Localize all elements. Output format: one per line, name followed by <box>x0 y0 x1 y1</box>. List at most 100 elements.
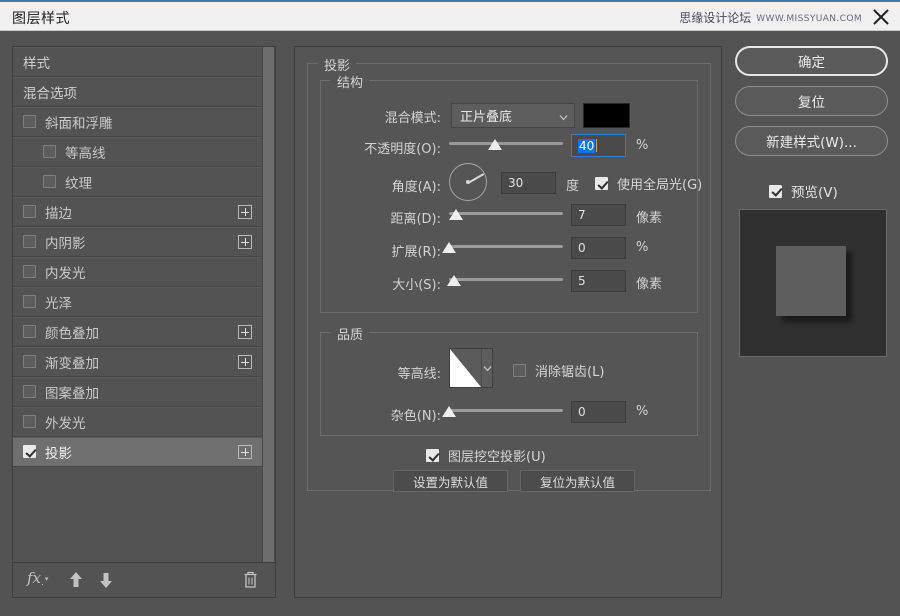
sidebar-scrollbar[interactable] <box>262 47 275 562</box>
sidebar-item-checkbox-7[interactable] <box>23 265 36 278</box>
size-input[interactable]: 5 <box>571 270 626 292</box>
sidebar-item-5[interactable]: 描边 <box>13 197 262 227</box>
sidebar-item-4[interactable]: 纹理 <box>13 167 262 197</box>
spread-slider[interactable] <box>442 240 563 258</box>
antialias-label: 消除锯齿(L) <box>535 365 605 380</box>
close-icon[interactable] <box>870 6 892 28</box>
window-title: 图层样式 <box>12 11 70 27</box>
sidebar-item-label: 纹理 <box>65 175 92 192</box>
opacity-slider-thumb[interactable] <box>488 139 502 150</box>
antialias-checkbox[interactable]: 消除锯齿(L) <box>513 361 604 380</box>
angle-dial-hand <box>467 173 484 184</box>
sidebar-item-1[interactable]: 混合选项 <box>13 77 262 107</box>
sidebar-item-checkbox-3[interactable] <box>43 145 56 158</box>
distance-slider-thumb[interactable] <box>449 209 463 220</box>
sidebar-item-checkbox-12[interactable] <box>23 415 36 428</box>
sidebar-scroll-thumb[interactable] <box>263 47 274 562</box>
shadow-color-swatch[interactable] <box>583 103 630 128</box>
sidebar-toolbar: fx.▾ <box>13 563 275 597</box>
new-style-button[interactable]: 新建样式(W)... <box>735 126 888 156</box>
fx-icon[interactable]: fx.▾ <box>27 569 48 588</box>
size-slider-thumb[interactable] <box>447 275 461 286</box>
size-slider[interactable] <box>447 273 563 291</box>
distance-slider-track <box>449 212 563 215</box>
sidebar-item-checkbox-9[interactable] <box>23 325 36 338</box>
angle-input[interactable]: 30 <box>501 172 556 194</box>
sidebar-item-checkbox-5[interactable] <box>23 205 36 218</box>
set-default-label: 设置为默认值 <box>412 474 488 490</box>
styles-list[interactable]: 样式混合选项斜面和浮雕 等高线纹理描边 内阴影 内发光 光泽颜色叠加渐变叠加图案叠加 外发… <box>13 47 275 563</box>
add-effect-icon[interactable] <box>238 205 252 219</box>
sidebar-item-checkbox-4[interactable] <box>43 175 56 188</box>
global-light-check-box <box>595 177 608 190</box>
reset-default-button[interactable]: 复位为默认值 <box>520 470 635 492</box>
spread-slider-thumb[interactable] <box>442 242 456 253</box>
sidebar-item-checkbox-11[interactable] <box>23 385 36 398</box>
noise-unit: % <box>636 404 649 419</box>
blend-mode-value: 正片叠底 <box>460 110 513 125</box>
sidebar-item-label: 混合选项 <box>23 85 77 102</box>
preview-checkbox[interactable]: 预览(V) <box>769 181 838 201</box>
sidebar-item-8[interactable]: 光泽 <box>13 287 262 317</box>
noise-slider[interactable] <box>442 404 563 422</box>
sidebar-item-checkbox-2[interactable] <box>23 115 36 128</box>
watermark-url: WWW.MISSYUAN.COM <box>756 14 862 24</box>
reset-button[interactable]: 复位 <box>735 86 888 116</box>
add-effect-icon[interactable] <box>238 355 252 369</box>
sidebar-item-6[interactable]: 内阴影 <box>13 227 262 257</box>
watermark: 思缘设计论坛 WWW.MISSYUAN.COM <box>679 9 862 26</box>
trash-icon[interactable] <box>242 570 259 593</box>
move-down-icon[interactable] <box>98 571 114 593</box>
distance-input[interactable]: 7 <box>571 204 626 226</box>
sidebar-item-3[interactable]: 等高线 <box>13 137 262 167</box>
sidebar-item-checkbox-6[interactable] <box>23 235 36 248</box>
knockout-check-box <box>426 449 439 462</box>
knockout-checkbox[interactable]: 图层挖空投影(U) <box>426 446 546 465</box>
angle-dial[interactable] <box>449 163 487 201</box>
size-label: 大小(S): <box>392 278 441 293</box>
spread-input[interactable]: 0 <box>571 237 626 259</box>
ok-button[interactable]: 确定 <box>735 46 888 76</box>
spread-unit: % <box>636 240 649 255</box>
sidebar-item-13[interactable]: 投影 <box>13 437 262 467</box>
sidebar-item-checkbox-10[interactable] <box>23 355 36 368</box>
set-default-button[interactable]: 设置为默认值 <box>393 470 508 492</box>
styles-list-inner: 样式混合选项斜面和浮雕 等高线纹理描边 内阴影 内发光 光泽颜色叠加渐变叠加图案叠加 外发… <box>13 47 275 467</box>
add-effect-icon[interactable] <box>238 445 252 459</box>
move-up-icon[interactable] <box>68 571 84 593</box>
sidebar-item-label: 渐变叠加 <box>45 355 99 372</box>
add-effect-icon[interactable] <box>238 325 252 339</box>
size-unit: 像素 <box>636 277 663 292</box>
opacity-input[interactable]: 40 <box>571 134 626 157</box>
sidebar-item-10[interactable]: 渐变叠加 <box>13 347 262 377</box>
noise-value: 0 <box>578 405 586 419</box>
sidebar-item-11[interactable]: 图案叠加 <box>13 377 262 407</box>
opacity-slider[interactable] <box>449 137 563 155</box>
add-effect-icon[interactable] <box>238 235 252 249</box>
sidebar-item-checkbox-8[interactable] <box>23 295 36 308</box>
noise-slider-thumb[interactable] <box>442 406 456 417</box>
sidebar-item-2[interactable]: 斜面和浮雕 <box>13 107 262 137</box>
angle-dial-hub <box>466 180 470 184</box>
sidebar-item-label: 投影 <box>45 445 72 462</box>
blend-mode-select[interactable]: 正片叠底 <box>451 103 575 128</box>
reset-label: 复位 <box>798 95 825 111</box>
spread-value: 0 <box>578 241 586 255</box>
sidebar-item-9[interactable]: 颜色叠加 <box>13 317 262 347</box>
angle-label: 角度(A): <box>391 180 441 195</box>
global-light-label: 使用全局光(G) <box>617 178 703 193</box>
contour-preset-select[interactable] <box>449 348 493 388</box>
sidebar-item-0[interactable]: 样式 <box>13 47 262 77</box>
drop-shadow-group: 投影 结构 混合模式: 正片叠底 不透明度(O): 40 % 角度(A): 30… <box>307 55 711 492</box>
new-style-label: 新建样式(W)... <box>766 135 857 151</box>
sidebar-item-label: 颜色叠加 <box>45 325 99 342</box>
sidebar-item-label: 样式 <box>23 55 50 72</box>
sidebar-item-7[interactable]: 内发光 <box>13 257 262 287</box>
angle-unit: 度 <box>566 179 580 194</box>
noise-input[interactable]: 0 <box>571 401 626 423</box>
contour-dropdown-arrow[interactable] <box>481 349 492 387</box>
distance-slider[interactable] <box>449 207 563 225</box>
global-light-checkbox[interactable]: 使用全局光(G) <box>595 174 702 193</box>
sidebar-item-checkbox-13[interactable] <box>23 445 36 458</box>
sidebar-item-12[interactable]: 外发光 <box>13 407 262 437</box>
